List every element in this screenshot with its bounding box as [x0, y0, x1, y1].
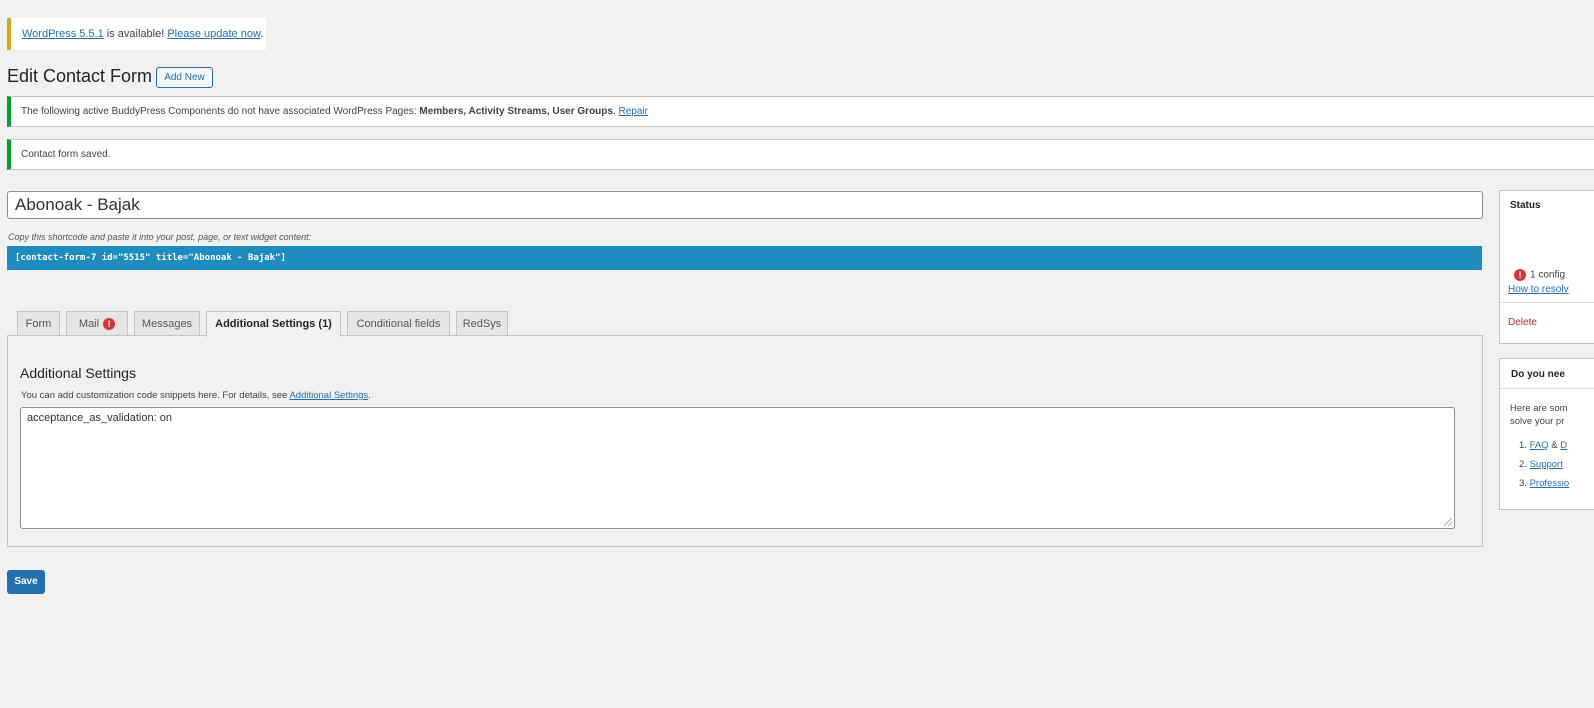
- tab-label: Conditional fields: [356, 318, 441, 330]
- list-number: 3.: [1519, 478, 1527, 489]
- config-error-line: ! 1 config: [1514, 269, 1565, 281]
- buddypress-components: Members, Activity Streams, User Groups: [419, 106, 613, 117]
- list-number: 1.: [1519, 440, 1527, 451]
- delete-link[interactable]: Delete: [1508, 317, 1537, 328]
- divider: [1500, 388, 1594, 389]
- update-now-link[interactable]: Please update now: [167, 28, 260, 40]
- tab-conditional-fields[interactable]: Conditional fields: [347, 311, 450, 336]
- save-button[interactable]: Save: [7, 570, 45, 594]
- additional-settings-textarea[interactable]: acceptance_as_validation: on: [20, 407, 1455, 529]
- panel-desc-text: You can add customization code snippets …: [21, 390, 290, 401]
- update-notice-end: .: [260, 28, 264, 40]
- tab-messages[interactable]: Messages: [134, 311, 200, 336]
- form-title-input[interactable]: Abonoak - Bajak: [7, 191, 1483, 219]
- tab-redsys[interactable]: RedSys: [456, 311, 508, 336]
- shortcode-hint: Copy this shortcode and paste it into yo…: [8, 232, 312, 242]
- help-text-line: Here are som: [1510, 403, 1568, 414]
- docs-link[interactable]: D: [1560, 440, 1567, 451]
- tab-additional-settings[interactable]: Additional Settings (1): [206, 311, 341, 337]
- how-to-resolve-link[interactable]: How to resolv: [1508, 284, 1569, 295]
- status-title: Status: [1510, 200, 1541, 211]
- config-error-text: 1 config: [1530, 269, 1566, 281]
- help-list-item: 2. Support: [1519, 459, 1563, 470]
- wordpress-version-link[interactable]: WordPress 5.5.1: [22, 28, 104, 40]
- update-notice: WordPress 5.5.1 is available! Please upd…: [7, 18, 266, 50]
- buddypress-notice-text: The following active BuddyPress Componen…: [21, 106, 420, 117]
- help-text-line: solve your pr: [1510, 416, 1565, 427]
- tab-label: Additional Settings (1): [215, 318, 332, 330]
- support-link[interactable]: Support: [1530, 459, 1563, 470]
- help-text: Here are som solve your pr: [1510, 402, 1568, 428]
- divider: [1500, 302, 1594, 303]
- buddypress-notice: The following active BuddyPress Componen…: [7, 96, 1594, 127]
- professional-services-link[interactable]: Professio: [1530, 478, 1570, 489]
- list-separator: &: [1548, 440, 1561, 451]
- help-list-item: 3. Professio: [1519, 478, 1569, 489]
- tab-label: Form: [25, 318, 52, 330]
- page-title: Edit Contact Form: [7, 66, 153, 86]
- faq-link[interactable]: FAQ: [1530, 440, 1549, 451]
- panel-title: Additional Settings: [20, 365, 136, 381]
- tab-label: Messages: [141, 318, 193, 330]
- panel-desc-end: .: [368, 390, 371, 401]
- saved-notice: Contact form saved.: [7, 139, 1594, 170]
- panel-description: You can add customization code snippets …: [21, 390, 371, 401]
- saved-message: Contact form saved.: [21, 149, 111, 160]
- add-new-button[interactable]: Add New: [156, 67, 213, 88]
- shortcode-field[interactable]: [contact-form-7 id="5515" title="Abonoak…: [7, 246, 1482, 270]
- additional-settings-link[interactable]: Additional Settings: [289, 390, 368, 401]
- resize-handle-icon[interactable]: [1444, 518, 1452, 526]
- error-icon: !: [1514, 269, 1526, 281]
- error-icon: !: [103, 318, 116, 331]
- tab-mail[interactable]: Mail!: [66, 311, 128, 336]
- tab-form[interactable]: Form: [17, 311, 60, 336]
- help-title: Do you nee: [1511, 369, 1565, 380]
- tab-label: Mail: [78, 318, 100, 330]
- list-number: 2.: [1519, 459, 1527, 470]
- help-list-item: 1. FAQ & D: [1519, 440, 1567, 451]
- update-notice-text: is available!: [103, 28, 168, 40]
- tab-label: RedSys: [462, 318, 502, 330]
- repair-link[interactable]: Repair: [619, 106, 648, 117]
- textarea-content: acceptance_as_validation: on: [27, 412, 172, 424]
